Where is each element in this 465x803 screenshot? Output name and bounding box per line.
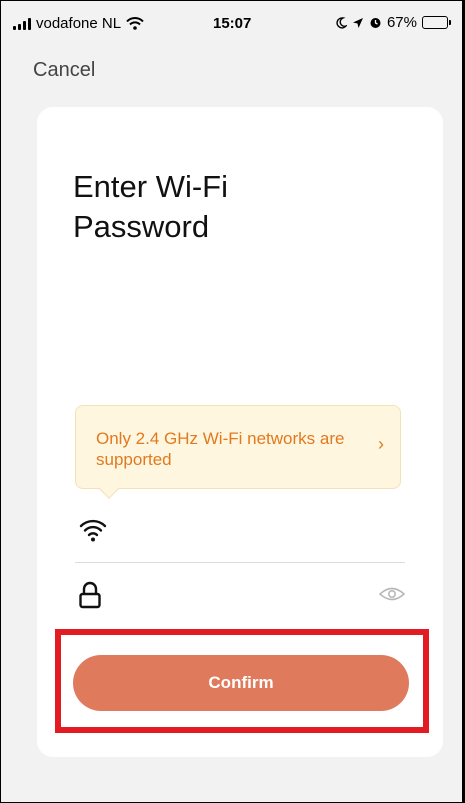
lock-icon	[79, 581, 101, 609]
confirm-button[interactable]: Confirm	[73, 655, 409, 711]
carrier-label: vodafone NL	[36, 15, 122, 32]
moon-icon	[336, 16, 347, 29]
eye-icon[interactable]	[379, 585, 405, 603]
cancel-button[interactable]: Cancel	[33, 59, 95, 82]
location-icon	[352, 17, 363, 28]
chevron-right-icon: ›	[378, 434, 384, 454]
wifi-status-icon	[126, 17, 144, 30]
phone-screen: vodafone NL 15:07 67% Cancel Enter Wi-Fi…	[0, 0, 465, 803]
notice-text: Only 2.4 GHz Wi-Fi networks are supporte…	[96, 429, 345, 469]
battery-icon	[422, 16, 451, 29]
alarm-icon	[370, 18, 381, 28]
status-left: vodafone NL	[13, 15, 144, 32]
battery-percent: 67%	[386, 14, 417, 31]
status-right: 67%	[335, 14, 451, 31]
status-time: 15:07	[213, 15, 252, 32]
password-field[interactable]	[75, 569, 405, 621]
wifi-icon	[79, 519, 107, 542]
notice-pointer	[99, 479, 119, 499]
wifi-network-field[interactable]	[75, 507, 405, 563]
page-title: Enter Wi-Fi Password	[73, 169, 228, 244]
status-bar: vodafone NL 15:07 67%	[1, 1, 462, 47]
signal-icon	[13, 17, 31, 30]
frequency-notice[interactable]: Only 2.4 GHz Wi-Fi networks are supporte…	[75, 405, 401, 499]
